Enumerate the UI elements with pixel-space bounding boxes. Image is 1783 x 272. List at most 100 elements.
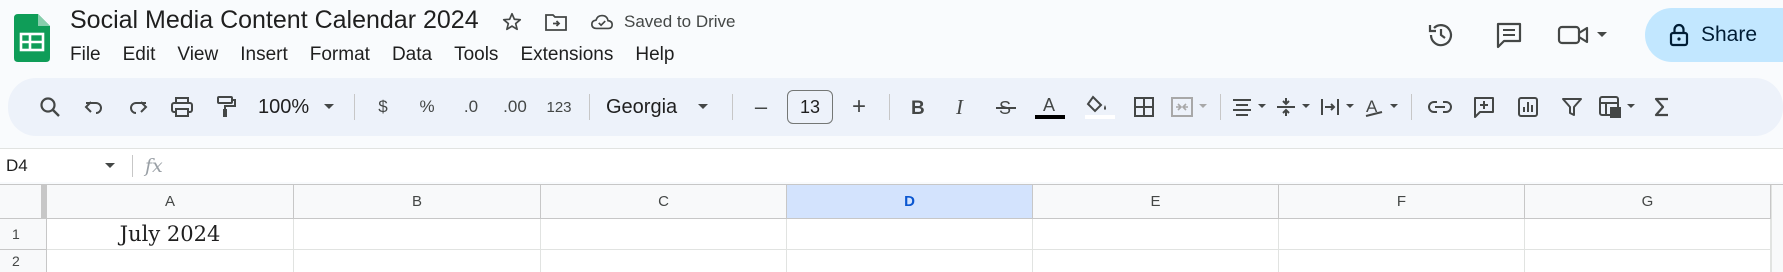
menu-help[interactable]: Help: [635, 44, 674, 66]
merge-cells-button[interactable]: [1170, 89, 1208, 125]
svg-text:I: I: [955, 97, 964, 117]
toolbar-divider: [889, 94, 890, 120]
menu-insert[interactable]: Insert: [240, 44, 288, 66]
column-header-g[interactable]: G: [1525, 185, 1771, 219]
menu-file[interactable]: File: [70, 44, 101, 66]
vertical-align-button[interactable]: [1275, 89, 1311, 125]
cell-d2[interactable]: [787, 250, 1033, 272]
menu-edit[interactable]: Edit: [123, 44, 156, 66]
redo-button[interactable]: [120, 89, 156, 125]
increase-font-size-button[interactable]: +: [841, 89, 877, 125]
cell-f1[interactable]: [1279, 219, 1525, 250]
increase-decimal-button[interactable]: .00: [497, 89, 533, 125]
menu-extensions[interactable]: Extensions: [520, 44, 613, 66]
cell-a1[interactable]: July 2024: [47, 219, 294, 250]
app-header: Social Media Content Calendar 2024 Saved…: [0, 0, 1783, 82]
toolbar-divider: [354, 94, 355, 120]
undo-icon: [84, 101, 102, 114]
menu-tools[interactable]: Tools: [454, 44, 498, 66]
column-header-e[interactable]: E: [1033, 185, 1279, 219]
menu-format[interactable]: Format: [310, 44, 370, 66]
align-center-icon: [1233, 99, 1251, 116]
create-filter-button[interactable]: [1554, 89, 1590, 125]
cell-g1[interactable]: [1525, 219, 1771, 250]
column-header-b[interactable]: B: [294, 185, 541, 219]
filter-icon: [1562, 98, 1582, 116]
italic-icon: I: [955, 97, 964, 117]
italic-button[interactable]: I: [944, 89, 980, 125]
bold-button[interactable]: B: [900, 89, 936, 125]
search-menus-button[interactable]: [32, 89, 68, 125]
sheets-logo[interactable]: [14, 14, 50, 62]
merge-cells-icon: [1171, 97, 1193, 117]
borders-button[interactable]: [1126, 89, 1162, 125]
cell-b2[interactable]: [294, 250, 541, 272]
cell-a2[interactable]: [47, 250, 294, 272]
currency-format-button[interactable]: $: [365, 89, 401, 125]
undo-button[interactable]: [76, 89, 112, 125]
name-box[interactable]: D4: [0, 151, 128, 181]
column-header-f[interactable]: F: [1279, 185, 1525, 219]
cell-e2[interactable]: [1033, 250, 1279, 272]
cell-d1[interactable]: [787, 219, 1033, 250]
formula-input[interactable]: [175, 151, 1783, 181]
horizontal-align-button[interactable]: [1231, 89, 1267, 125]
column-header-d[interactable]: D: [787, 185, 1033, 219]
version-history-button[interactable]: [1421, 15, 1461, 55]
text-color-button[interactable]: A: [1032, 89, 1068, 125]
meet-button[interactable]: [1557, 22, 1609, 48]
row-header-1[interactable]: 1: [0, 219, 47, 250]
select-all-corner[interactable]: [0, 185, 47, 219]
more-formats-button[interactable]: 123: [541, 89, 577, 125]
menu-view[interactable]: View: [177, 44, 218, 66]
text-rotation-button[interactable]: A: [1363, 89, 1399, 125]
vertical-align-icon: [1277, 98, 1295, 116]
decrease-font-size-button[interactable]: –: [743, 89, 779, 125]
font-select[interactable]: Georgia: [600, 89, 720, 125]
cell-b1[interactable]: [294, 219, 541, 250]
share-button[interactable]: Share: [1645, 8, 1783, 62]
chevron-down-icon: [1597, 32, 1607, 37]
font-size-input[interactable]: 13: [787, 90, 833, 124]
insert-chart-button[interactable]: [1510, 89, 1546, 125]
percent-format-button[interactable]: %: [409, 89, 445, 125]
decrease-decimal-button[interactable]: .0: [453, 89, 489, 125]
move-folder-icon[interactable]: [544, 10, 568, 34]
menu-data[interactable]: Data: [392, 44, 432, 66]
cell-c2[interactable]: [541, 250, 787, 272]
menu-bar: File Edit View Insert Format Data Tools …: [70, 44, 696, 66]
link-icon: [1428, 101, 1452, 113]
cell-c1[interactable]: [541, 219, 787, 250]
star-icon[interactable]: [500, 10, 524, 34]
column-header-a[interactable]: A: [47, 185, 294, 219]
zoom-select[interactable]: 100%: [252, 89, 342, 125]
cell-g2[interactable]: [1525, 250, 1771, 272]
fill-color-button[interactable]: [1082, 89, 1118, 125]
insert-link-button[interactable]: [1422, 89, 1458, 125]
borders-icon: [1134, 97, 1154, 117]
cell-f2[interactable]: [1279, 250, 1525, 272]
paint-format-button[interactable]: [208, 89, 244, 125]
text-wrapping-button[interactable]: [1319, 89, 1355, 125]
filter-views-button[interactable]: [1598, 89, 1636, 125]
table-view-icon: [1599, 96, 1621, 118]
redo-icon: [130, 101, 148, 114]
spreadsheet-grid: A B C D E F G 1 2 July 2024: [0, 184, 1783, 272]
column-header-c[interactable]: C: [541, 185, 787, 219]
toolbar-divider: [589, 94, 590, 120]
comments-button[interactable]: [1489, 15, 1529, 55]
vertical-scrollbar[interactable]: [1771, 185, 1783, 272]
toolbar-divider: [732, 94, 733, 120]
print-button[interactable]: [164, 89, 200, 125]
strikethrough-button[interactable]: S: [988, 89, 1024, 125]
insert-comment-button[interactable]: [1466, 89, 1502, 125]
cell-e1[interactable]: [1033, 219, 1279, 250]
save-status[interactable]: Saved to Drive: [590, 10, 736, 34]
row-header-2[interactable]: 2: [0, 250, 47, 272]
frozen-row-handle[interactable]: [41, 185, 46, 219]
document-title[interactable]: Social Media Content Calendar 2024: [70, 6, 479, 35]
formula-bar: D4 fx: [0, 148, 1783, 182]
chevron-down-icon: [324, 104, 335, 109]
cell-reference: D4: [6, 155, 28, 175]
functions-button[interactable]: [1644, 89, 1680, 125]
